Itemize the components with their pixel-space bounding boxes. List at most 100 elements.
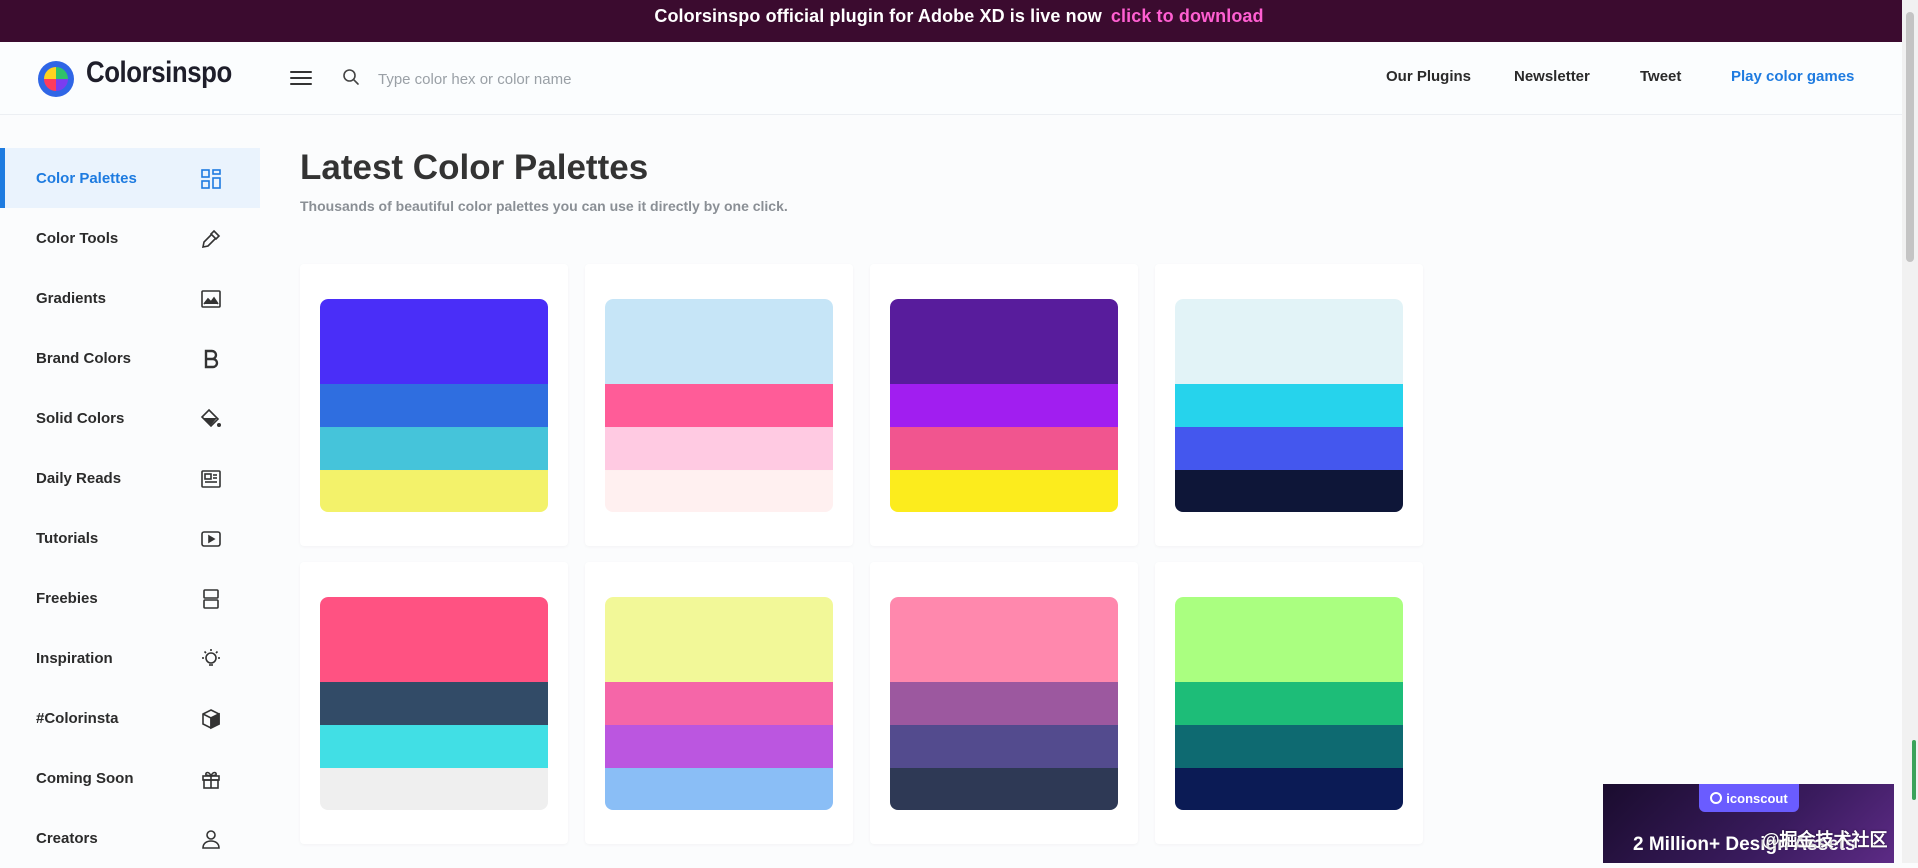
color-swatch[interactable] bbox=[605, 766, 833, 810]
palette-swatches[interactable] bbox=[605, 299, 833, 512]
sidebar-item-color-tools[interactable]: Color Tools bbox=[0, 208, 260, 268]
sidebar-item-label: Daily Reads bbox=[36, 469, 122, 487]
palette-card[interactable] bbox=[1155, 562, 1423, 844]
color-swatch[interactable] bbox=[320, 382, 548, 427]
palette-card[interactable] bbox=[870, 264, 1138, 546]
gift-icon bbox=[202, 771, 220, 789]
paint-bucket-icon bbox=[200, 408, 221, 428]
palette-swatches[interactable] bbox=[605, 597, 833, 810]
scrollbar-thumb[interactable] bbox=[1906, 12, 1914, 262]
bold-b-icon bbox=[204, 349, 219, 369]
palette-swatches[interactable] bbox=[1175, 597, 1403, 810]
color-swatch[interactable] bbox=[890, 680, 1118, 725]
image-icon bbox=[201, 290, 221, 308]
color-swatch[interactable] bbox=[1175, 299, 1403, 384]
palette-swatches[interactable] bbox=[320, 299, 548, 512]
color-swatch[interactable] bbox=[605, 382, 833, 427]
logo-icon[interactable] bbox=[38, 61, 74, 97]
nav-play-color-games[interactable]: Play color games bbox=[1731, 68, 1854, 85]
color-swatch[interactable] bbox=[890, 468, 1118, 512]
sidebar-item-solid-colors[interactable]: Solid Colors bbox=[0, 388, 260, 448]
scroll-marker bbox=[1912, 740, 1916, 800]
sidebar-item-gradients[interactable]: Gradients bbox=[0, 268, 260, 328]
nav-newsletter[interactable]: Newsletter bbox=[1514, 68, 1590, 85]
sidebar-item-label: Inspiration bbox=[36, 649, 113, 667]
color-swatch[interactable] bbox=[320, 723, 548, 768]
sidebar-item-label: Creators bbox=[36, 829, 98, 847]
nav-tweet[interactable]: Tweet bbox=[1640, 68, 1681, 85]
sidebar: Color Palettes Color Tools Gradients Bra… bbox=[0, 148, 260, 868]
color-swatch[interactable] bbox=[1175, 382, 1403, 427]
palette-swatches[interactable] bbox=[1175, 299, 1403, 512]
sidebar-item-brand-colors[interactable]: Brand Colors bbox=[0, 328, 260, 388]
color-swatch[interactable] bbox=[605, 468, 833, 512]
sidebar-item-label: Freebies bbox=[36, 589, 98, 607]
color-swatch[interactable] bbox=[605, 723, 833, 768]
sidebar-item-color-palettes[interactable]: Color Palettes bbox=[0, 148, 260, 208]
search-icon bbox=[343, 69, 359, 85]
color-swatch[interactable] bbox=[320, 299, 548, 384]
ad-badge: iconscout bbox=[1699, 784, 1799, 812]
color-swatch[interactable] bbox=[320, 468, 548, 512]
palette-card[interactable] bbox=[585, 562, 853, 844]
palette-card[interactable] bbox=[1155, 264, 1423, 546]
nav-our-plugins[interactable]: Our Plugins bbox=[1386, 68, 1471, 85]
color-swatch[interactable] bbox=[1175, 597, 1403, 682]
color-swatch[interactable] bbox=[320, 425, 548, 470]
sidebar-item-colorinsta[interactable]: #Colorinsta bbox=[0, 688, 260, 748]
color-swatch[interactable] bbox=[890, 425, 1118, 470]
color-swatch[interactable] bbox=[1175, 680, 1403, 725]
palette-card[interactable] bbox=[870, 562, 1138, 844]
palette-card[interactable] bbox=[300, 562, 568, 844]
palette-card[interactable] bbox=[300, 264, 568, 546]
search-input[interactable] bbox=[376, 62, 800, 96]
sidebar-item-label: Color Tools bbox=[36, 229, 119, 247]
color-swatch[interactable] bbox=[605, 299, 833, 384]
color-swatch[interactable] bbox=[890, 382, 1118, 427]
color-swatch[interactable] bbox=[320, 597, 548, 682]
color-swatch[interactable] bbox=[890, 597, 1118, 682]
sidebar-item-label: Gradients bbox=[36, 289, 107, 307]
color-swatch[interactable] bbox=[890, 766, 1118, 810]
eyedropper-icon bbox=[201, 229, 221, 249]
grid-icon bbox=[201, 169, 221, 189]
page-title: Latest Color Palettes bbox=[300, 148, 649, 187]
hamburger-menu-icon[interactable] bbox=[290, 68, 312, 88]
announcement-message: Colorsinspo official plugin for Adobe XD… bbox=[654, 5, 1102, 26]
sidebar-item-freebies[interactable]: Freebies bbox=[0, 568, 260, 628]
color-swatch[interactable] bbox=[320, 766, 548, 810]
download-link[interactable]: click to download bbox=[1111, 6, 1264, 27]
sidebar-item-label: Tutorials bbox=[36, 529, 99, 547]
video-play-icon bbox=[201, 531, 221, 547]
sidebar-item-label: #Colorinsta bbox=[36, 709, 119, 727]
color-swatch[interactable] bbox=[1175, 723, 1403, 768]
color-swatch[interactable] bbox=[1175, 425, 1403, 470]
sidebar-item-creators[interactable]: Creators bbox=[0, 808, 260, 868]
color-swatch[interactable] bbox=[320, 680, 548, 725]
sidebar-item-label: Coming Soon bbox=[36, 769, 134, 787]
bulb-icon bbox=[202, 649, 220, 666]
color-swatch[interactable] bbox=[605, 425, 833, 470]
watermark: @掘金技术社区 bbox=[1762, 830, 1888, 850]
color-swatch[interactable] bbox=[890, 723, 1118, 768]
iconscout-logo-icon bbox=[1710, 792, 1723, 804]
color-swatch[interactable] bbox=[605, 597, 833, 682]
palette-swatches[interactable] bbox=[890, 299, 1118, 512]
sidebar-item-coming-soon[interactable]: Coming Soon bbox=[0, 748, 260, 808]
palette-card[interactable] bbox=[585, 264, 853, 546]
palette-swatches[interactable] bbox=[320, 597, 548, 810]
color-swatch[interactable] bbox=[1175, 766, 1403, 810]
color-swatch[interactable] bbox=[605, 680, 833, 725]
sidebar-item-label: Brand Colors bbox=[36, 349, 132, 367]
site-header: Colorsinspo Our Plugins Newsletter Tweet… bbox=[0, 42, 1902, 115]
sidebar-item-daily-reads[interactable]: Daily Reads bbox=[0, 448, 260, 508]
cube-icon bbox=[202, 709, 220, 730]
sidebar-item-inspiration[interactable]: Inspiration bbox=[0, 628, 260, 688]
color-swatch[interactable] bbox=[1175, 468, 1403, 512]
palette-swatches[interactable] bbox=[890, 597, 1118, 810]
color-swatch[interactable] bbox=[890, 299, 1118, 384]
announcement-bar: Colorsinspo official plugin for Adobe XD… bbox=[0, 0, 1918, 42]
layers-icon bbox=[203, 589, 219, 609]
brand-name[interactable]: Colorsinspo bbox=[86, 56, 232, 90]
sidebar-item-tutorials[interactable]: Tutorials bbox=[0, 508, 260, 568]
